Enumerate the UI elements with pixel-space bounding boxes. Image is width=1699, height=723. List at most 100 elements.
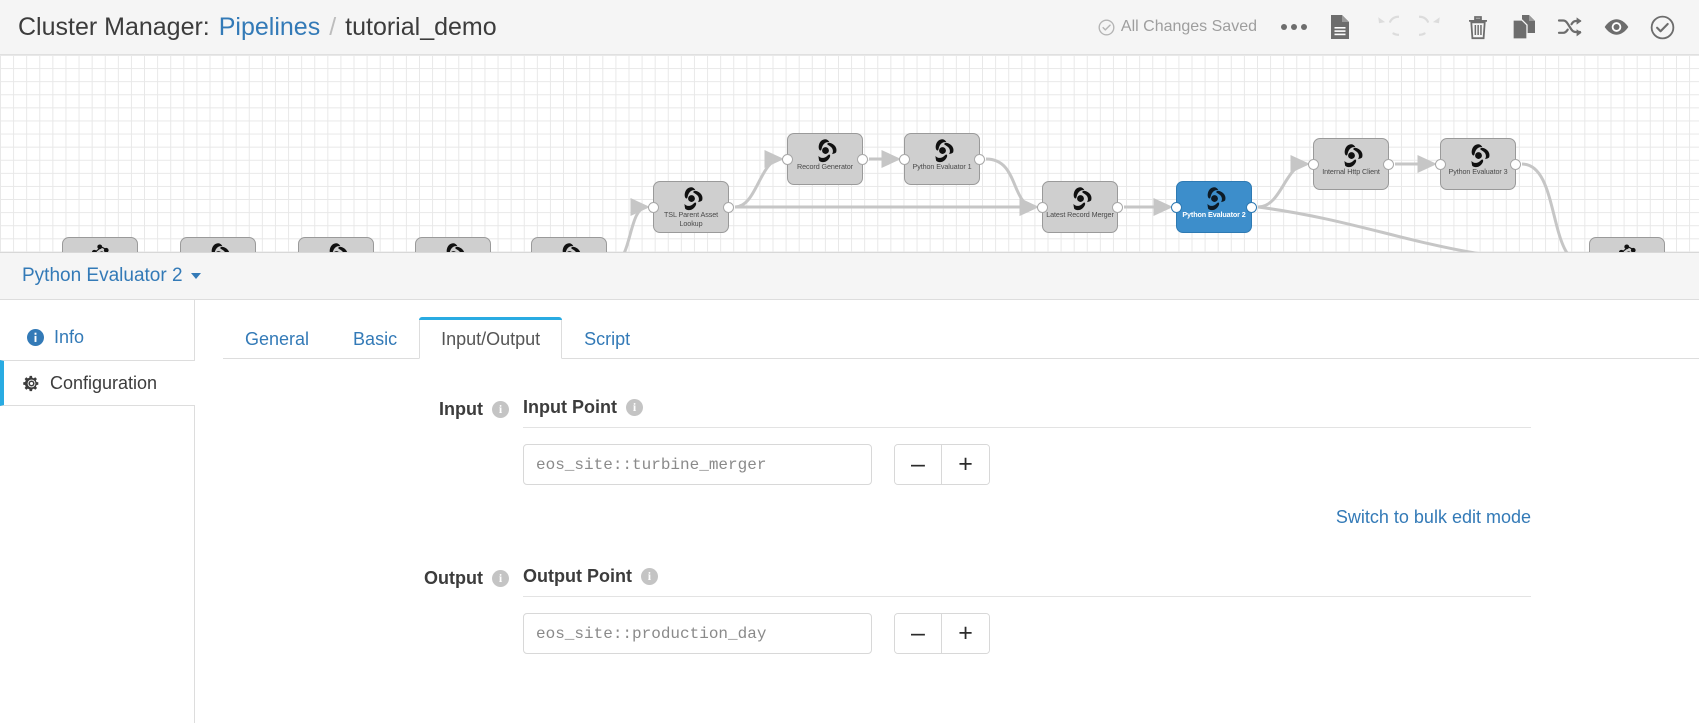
pipeline-node-fixed-time-window-aggregator[interactable]: Fixed Time Window Aggregator — [531, 237, 607, 253]
config-sidebar: Info Configuration — [0, 300, 195, 723]
copy-button[interactable] — [1501, 4, 1547, 50]
tab-general[interactable]: General — [223, 317, 331, 359]
node-input-port[interactable] — [1171, 202, 1182, 213]
pipeline-node-python-evaluator-2[interactable]: Python Evaluator 2 — [1176, 181, 1252, 233]
app-title: Cluster Manager: — [18, 13, 210, 42]
remove-output-point-button[interactable]: – — [895, 614, 942, 653]
sidebar-item-configuration[interactable]: Configuration — [0, 360, 195, 406]
input-row: Input i Input Point i – + — [223, 397, 1699, 485]
eye-icon — [1603, 17, 1630, 37]
undo-button[interactable] — [1363, 4, 1409, 50]
tab-input-output[interactable]: Input/Output — [419, 317, 562, 359]
pinwheel-icon — [323, 241, 349, 253]
validate-button[interactable] — [1639, 4, 1685, 50]
node-input-port[interactable] — [1308, 159, 1319, 170]
shuffle-button[interactable] — [1547, 4, 1593, 50]
pinwheel-icon — [1338, 142, 1364, 168]
config-tabs: General Basic Input/Output Script — [223, 313, 1699, 359]
config-content: General Basic Input/Output Script Input … — [195, 300, 1699, 723]
node-output-port[interactable] — [1246, 202, 1257, 213]
shuffle-icon — [1557, 16, 1583, 38]
input-point-controls: – + — [523, 444, 1531, 485]
breadcrumb-current-pipeline: tutorial_demo — [345, 13, 496, 42]
output-point-field[interactable] — [523, 613, 872, 654]
pinwheel-icon — [1067, 185, 1093, 211]
info-icon[interactable]: i — [641, 568, 658, 585]
document-button[interactable] — [1317, 4, 1363, 50]
info-icon[interactable]: i — [626, 399, 643, 416]
pipeline-node-point-selector[interactable]: Point Selector — [180, 237, 256, 253]
pinwheel-icon — [812, 137, 838, 163]
copy-icon — [1511, 14, 1537, 40]
node-output-port[interactable] — [1510, 159, 1521, 170]
pinwheel-icon — [929, 137, 955, 163]
more-options-button[interactable] — [1271, 4, 1317, 50]
output-row: Output i Output Point i – + — [223, 566, 1699, 654]
node-output-port[interactable] — [974, 154, 985, 165]
ellipsis-icon — [1281, 24, 1307, 30]
pipeline-node-label: Internal Http Client — [1314, 168, 1388, 177]
node-input-port[interactable] — [1037, 202, 1048, 213]
sidebar-item-info[interactable]: Info — [0, 314, 194, 360]
redo-icon — [1419, 14, 1445, 40]
preview-button[interactable] — [1593, 4, 1639, 50]
pipeline-node-internal-http-client[interactable]: Internal Http Client — [1313, 138, 1389, 190]
add-output-point-button[interactable]: + — [942, 614, 989, 653]
tab-script[interactable]: Script — [562, 317, 652, 359]
pipeline-node-data-destination[interactable]: Data Destination — [1589, 237, 1665, 253]
save-status: All Changes Saved — [1098, 18, 1257, 36]
gear-icon — [22, 375, 40, 392]
info-icon[interactable]: i — [492, 570, 509, 587]
info-icon[interactable]: i — [492, 401, 509, 418]
pinwheel-icon — [440, 241, 466, 253]
bulk-edit-row: Switch to bulk edit mode — [223, 507, 1699, 528]
node-input-port[interactable] — [782, 154, 793, 165]
node-input-port[interactable] — [648, 202, 659, 213]
pipeline-node-latest-record-merger[interactable]: Latest Record Merger — [1042, 181, 1118, 233]
app-header: Cluster Manager: Pipelines / tutorial_de… — [0, 0, 1699, 55]
delete-button[interactable] — [1455, 4, 1501, 50]
input-field-block: Input Point i – + — [523, 397, 1699, 485]
output-point-controls: – + — [523, 613, 1531, 654]
breadcrumb: Cluster Manager: Pipelines / tutorial_de… — [0, 13, 497, 42]
node-output-port[interactable] — [723, 202, 734, 213]
remove-input-point-button[interactable]: – — [895, 445, 942, 484]
graph-nodes-icon — [87, 241, 113, 253]
output-point-header: Output Point i — [523, 566, 1531, 597]
node-output-port[interactable] — [1383, 159, 1394, 170]
node-output-port[interactable] — [1112, 202, 1123, 213]
pipeline-node-tsl-parent-asset-lookup[interactable]: TSL Parent Asset Lookup — [653, 181, 729, 233]
add-input-point-button[interactable]: + — [942, 445, 989, 484]
pipeline-node-cumulant-decomposer[interactable]: Cumulant Decomposer — [415, 237, 491, 253]
pipeline-node-python-evaluator-1[interactable]: Python Evaluator 1 — [904, 133, 980, 185]
info-icon — [26, 329, 44, 346]
sidebar-item-label: Info — [54, 327, 84, 348]
pipeline-node-python-evaluator-3[interactable]: Python Evaluator 3 — [1440, 138, 1516, 190]
save-status-label: All Changes Saved — [1121, 18, 1257, 36]
output-point-label: Output Point — [523, 566, 632, 587]
pipeline-node-last-record-appender[interactable]: Last Record Appender — [298, 237, 374, 253]
redo-button[interactable] — [1409, 4, 1455, 50]
input-point-field[interactable] — [523, 444, 872, 485]
selected-node-bar: Python Evaluator 2 — [0, 253, 1699, 300]
pipeline-node-data-source[interactable]: Data Source — [62, 237, 138, 253]
pipeline-node-record-generator[interactable]: Record Generator — [787, 133, 863, 185]
switch-to-bulk-edit-link[interactable]: Switch to bulk edit mode — [1336, 507, 1531, 528]
pipeline-node-label: Python Evaluator 3 — [1441, 168, 1515, 177]
input-point-stepper: – + — [894, 444, 990, 485]
node-output-port[interactable] — [857, 154, 868, 165]
document-icon — [1328, 14, 1352, 40]
node-input-port[interactable] — [899, 154, 910, 165]
pipeline-node-label: TSL Parent Asset Lookup — [654, 211, 728, 228]
tab-basic[interactable]: Basic — [331, 317, 419, 359]
output-point-stepper: – + — [894, 613, 990, 654]
graph-nodes-icon — [1614, 241, 1640, 253]
pinwheel-icon — [1201, 185, 1227, 211]
pinwheel-icon — [205, 241, 231, 253]
selected-node-title[interactable]: Python Evaluator 2 — [22, 265, 183, 287]
breadcrumb-link-pipelines[interactable]: Pipelines — [219, 13, 320, 42]
output-label-text: Output — [424, 568, 483, 589]
node-input-port[interactable] — [1435, 159, 1446, 170]
pipeline-canvas[interactable]: Data Source Point Selector Last Record App… — [0, 55, 1699, 253]
chevron-down-icon[interactable] — [191, 273, 201, 279]
